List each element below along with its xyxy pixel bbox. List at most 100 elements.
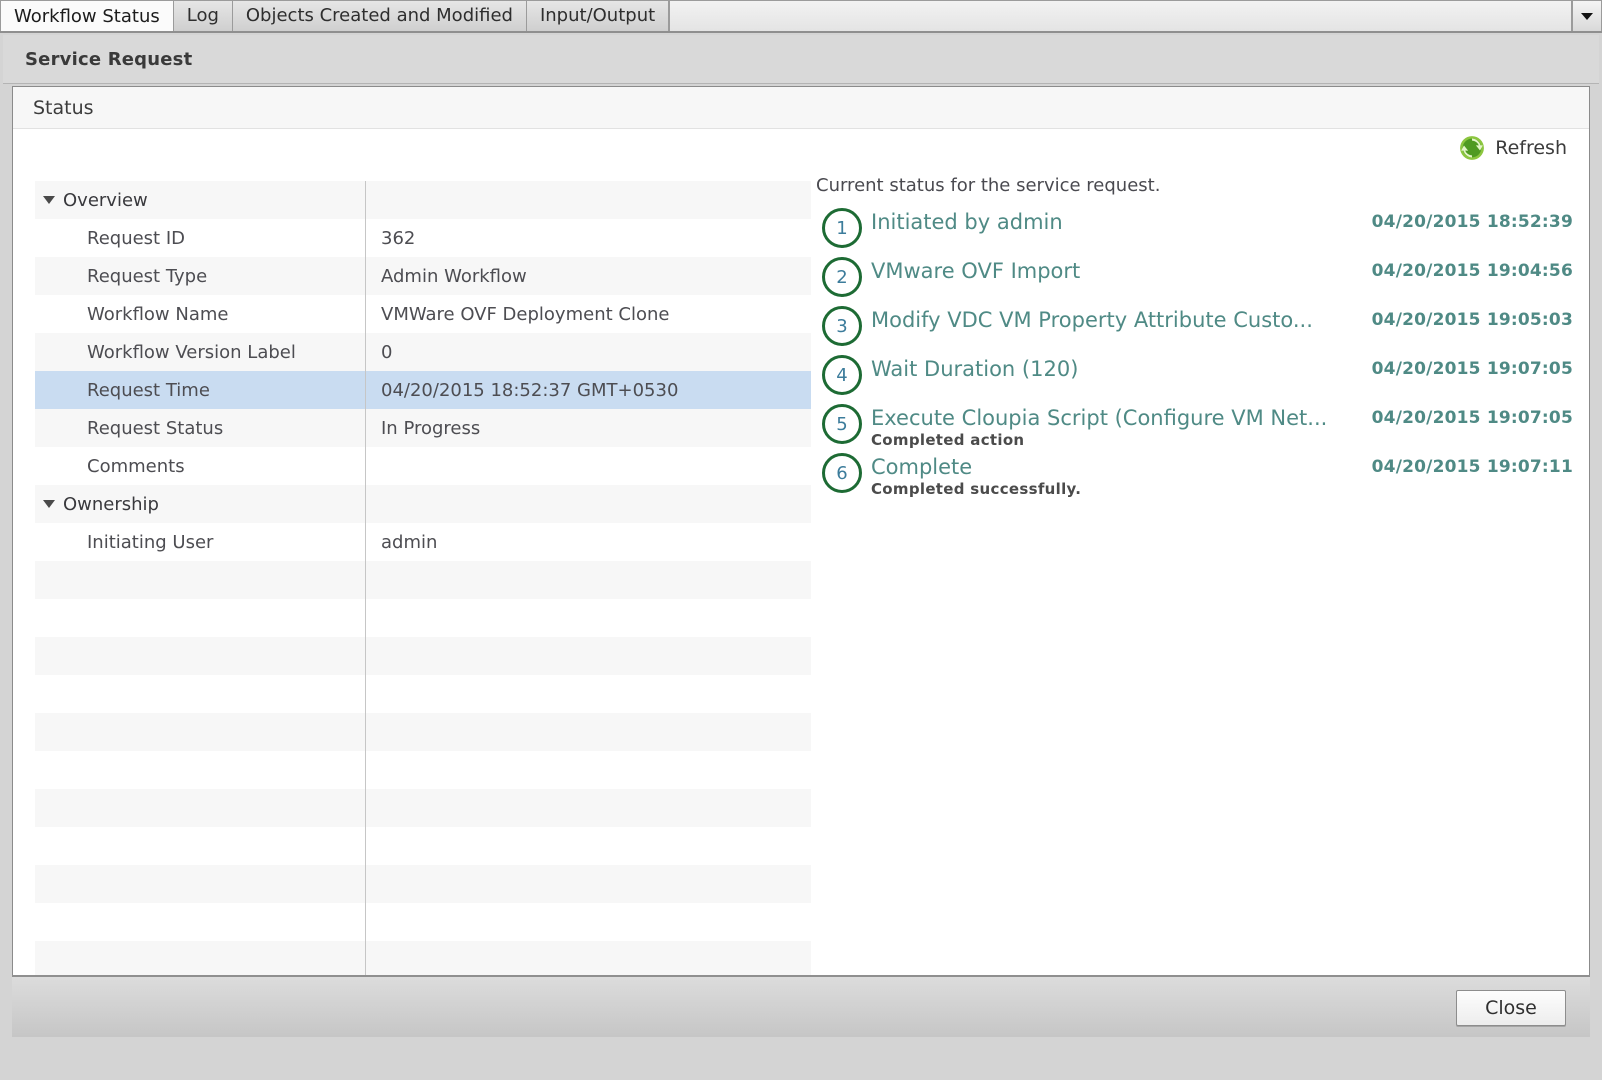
workflow-step[interactable]: 2 VMware OVF Import 04/20/2015 19:04:56 [813, 257, 1573, 306]
step-marker: 6 [813, 453, 871, 493]
dialog-footer: Close [12, 975, 1590, 1037]
refresh-button[interactable]: Refresh [1459, 135, 1567, 161]
step-number-badge: 3 [822, 306, 862, 346]
workflow-status-panel: Current status for the service request. … [813, 175, 1573, 502]
step-text-block: Modify VDC VM Property Attribute Custo..… [871, 307, 1313, 333]
property-value: 0 [381, 341, 393, 363]
step-timestamp: 04/20/2015 19:04:56 [1371, 261, 1573, 281]
property-key: Comments [87, 455, 185, 477]
step-number-badge: 5 [822, 404, 862, 444]
step-number-badge: 2 [822, 257, 862, 297]
step-number-badge: 4 [822, 355, 862, 395]
step-body: Initiated by admin 04/20/2015 18:52:39 [871, 208, 1573, 235]
table-row[interactable]: Workflow Name VMWare OVF Deployment Clone [35, 295, 811, 333]
table-row[interactable]: Request ID 362 [35, 219, 811, 257]
group-label-text: Ownership [63, 493, 159, 515]
table-empty-row [35, 789, 811, 827]
step-timestamp: 04/20/2015 18:52:39 [1371, 212, 1573, 232]
workflow-step[interactable]: 6 Complete Completed successfully. 04/20/20… [813, 453, 1573, 502]
tab-workflow-status[interactable]: Workflow Status [0, 0, 174, 33]
step-title: Wait Duration (120) [871, 357, 1079, 381]
dialog-window: Service Request Status Refresh Overview R… [0, 31, 1602, 1080]
property-key: Request Status [87, 417, 224, 439]
service-request-dialog: Workflow Status Log Objects Created and Mo… [0, 0, 1602, 1080]
content-frame: Status Refresh Overview Request ID 362 Requ… [12, 86, 1590, 1005]
property-value: In Progress [381, 417, 481, 439]
refresh-icon [1460, 136, 1485, 160]
step-marker: 2 [813, 257, 871, 297]
property-value: admin [381, 531, 438, 553]
page-title: Service Request [3, 35, 1599, 84]
workflow-step[interactable]: 3 Modify VDC VM Property Attribute Custo.… [813, 306, 1573, 355]
step-marker: 5 [813, 404, 871, 444]
table-row[interactable]: Comments [35, 447, 811, 485]
step-number-badge: 6 [822, 453, 862, 493]
table-row[interactable]: Request Status In Progress [35, 409, 811, 447]
row-column-divider [365, 523, 366, 561]
step-marker: 4 [813, 355, 871, 395]
table-row[interactable]: Workflow Version Label 0 [35, 333, 811, 371]
step-body: Wait Duration (120) 04/20/2015 19:07:05 [871, 355, 1573, 382]
workflow-steps-list: 1 Initiated by admin 04/20/2015 18:52:39 2 V… [813, 208, 1573, 502]
step-timestamp: 04/20/2015 19:07:05 [1371, 359, 1573, 379]
table-empty-row [35, 903, 811, 941]
property-key: Request Type [87, 265, 208, 287]
property-value: 04/20/2015 18:52:37 GMT+0530 [381, 379, 679, 401]
property-key: Initiating User [87, 531, 214, 553]
tab-log[interactable]: Log [173, 0, 233, 31]
row-column-divider [365, 485, 366, 523]
table-empty-row [35, 561, 811, 599]
close-button[interactable]: Close [1456, 990, 1566, 1026]
property-key: Workflow Name [87, 303, 229, 325]
property-value: Admin Workflow [381, 265, 527, 287]
step-number-badge: 1 [822, 208, 862, 248]
table-row[interactable]: Ownership [35, 485, 811, 523]
step-body: Execute Cloupia Script (Configure VM Net… [871, 404, 1573, 449]
step-timestamp: 04/20/2015 19:05:03 [1371, 310, 1573, 330]
property-value: 362 [381, 227, 416, 249]
row-column-divider [365, 409, 366, 447]
row-column-divider [365, 333, 366, 371]
triangle-down-icon[interactable] [43, 196, 55, 204]
step-title: Execute Cloupia Script (Configure VM Net… [871, 406, 1328, 430]
step-text-block: Execute Cloupia Script (Configure VM Net… [871, 405, 1327, 449]
property-key: Workflow Version Label [87, 341, 296, 363]
property-key: Request Time [87, 379, 210, 401]
step-body: Complete Completed successfully. 04/20/201… [871, 453, 1573, 498]
workflow-step[interactable]: 5 Execute Cloupia Script (Configure VM Ne… [813, 404, 1573, 453]
tab-objects-created-and-modified[interactable]: Objects Created and Modified [232, 0, 527, 31]
tab-bar: Workflow Status Log Objects Created and Mo… [0, 0, 1602, 33]
table-row[interactable]: Request Type Admin Workflow [35, 257, 811, 295]
table-empty-row [35, 637, 811, 675]
property-value: VMWare OVF Deployment Clone [381, 303, 670, 325]
step-title: Initiated by admin [871, 210, 1063, 234]
row-column-divider [365, 371, 366, 409]
section-header: Status [13, 87, 1589, 129]
status-caption: Current status for the service request. [816, 175, 1161, 196]
step-title: Complete [871, 455, 973, 479]
tab-bar-filler [669, 0, 1572, 31]
table-row[interactable]: Initiating User admin [35, 523, 811, 561]
workflow-step[interactable]: 4 Wait Duration (120) 04/20/2015 19:07:05 [813, 355, 1573, 404]
group-label-text: Overview [63, 189, 148, 211]
step-text-block: VMware OVF Import [871, 258, 1080, 284]
triangle-down-icon[interactable] [43, 500, 55, 508]
table-empty-row [35, 675, 811, 713]
chevron-down-icon [1581, 12, 1593, 20]
table-row[interactable]: Request Time 04/20/2015 18:52:37 GMT+0530 [35, 371, 811, 409]
tab-input-output[interactable]: Input/Output [526, 0, 670, 31]
table-empty-row [35, 941, 811, 979]
step-marker: 3 [813, 306, 871, 346]
table-row[interactable]: Overview [35, 181, 811, 219]
table-empty-row [35, 751, 811, 789]
table-empty-row [35, 713, 811, 751]
tab-strip: Workflow Status Log Objects Created and Mo… [0, 0, 670, 33]
tab-overflow-button[interactable] [1572, 0, 1602, 31]
table-body: Overview Request ID 362 Request Type Admin W… [35, 181, 811, 561]
step-text-block: Complete Completed successfully. [871, 454, 1081, 498]
row-column-divider [365, 295, 366, 333]
refresh-label: Refresh [1495, 137, 1567, 159]
step-subtitle: Completed action [871, 431, 1025, 449]
workflow-step[interactable]: 1 Initiated by admin 04/20/2015 18:52:39 [813, 208, 1573, 257]
step-title: VMware OVF Import [871, 259, 1081, 283]
